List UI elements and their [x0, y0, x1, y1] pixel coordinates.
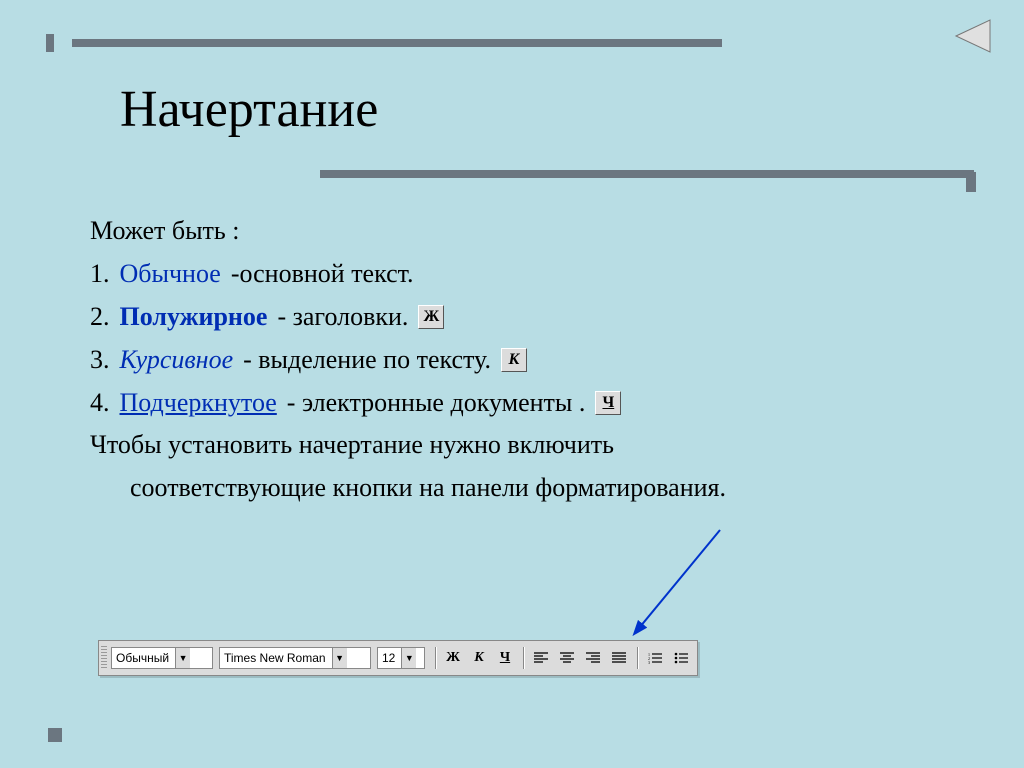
chevron-down-icon[interactable]: ▼	[332, 648, 347, 668]
decoration-shadow	[966, 172, 976, 192]
toolbar-grip[interactable]	[101, 646, 107, 670]
separator	[435, 647, 437, 669]
decoration-footer-square	[48, 728, 62, 742]
style-combo[interactable]: Обычный ▼	[111, 647, 213, 669]
chevron-down-icon[interactable]: ▼	[175, 648, 190, 668]
formatting-toolbar: Обычный ▼ Times New Roman ▼ 12 ▼ Ж К Ч	[98, 640, 698, 676]
bold-button[interactable]: Ж	[441, 646, 465, 670]
italic-button[interactable]: К	[467, 646, 491, 670]
underline-button[interactable]: Ч	[493, 646, 517, 670]
slide-title: Начертание	[120, 80, 378, 139]
list-item-3: 3.Курсивное- выделение по тексту. К	[90, 339, 910, 382]
content: Может быть : 1.Обычное-основной текст. 2…	[90, 210, 910, 510]
separator	[523, 647, 525, 669]
list-item-2: 2.Полужирное- заголовки. Ж	[90, 296, 910, 339]
align-justify-button[interactable]	[607, 646, 631, 670]
decoration-under-bar	[320, 170, 974, 178]
back-button[interactable]	[954, 18, 994, 54]
align-center-button[interactable]	[555, 646, 579, 670]
bullet-list-button[interactable]	[669, 646, 693, 670]
intro-text: Может быть :	[90, 210, 910, 253]
separator	[637, 647, 639, 669]
tail-line-2: соответствующие кнопки на панели формати…	[90, 467, 910, 510]
align-left-button[interactable]	[529, 646, 553, 670]
label-italic: Курсивное	[120, 339, 234, 382]
svg-text:3: 3	[648, 660, 650, 664]
chevron-down-icon[interactable]: ▼	[401, 648, 416, 668]
numbered-list-button[interactable]: 123	[643, 646, 667, 670]
align-right-button[interactable]	[581, 646, 605, 670]
decoration-top-bar	[72, 39, 722, 47]
label-bold: Полужирное	[120, 296, 268, 339]
pointer-arrow-icon	[625, 525, 745, 645]
label-regular: Обычное	[120, 253, 221, 296]
list-item-1: 1.Обычное-основной текст.	[90, 253, 910, 296]
size-combo[interactable]: 12 ▼	[377, 647, 425, 669]
slide: Начертание Может быть : 1.Обычное-основн…	[0, 0, 1024, 768]
font-combo[interactable]: Times New Roman ▼	[219, 647, 371, 669]
list-item-4: 4.Подчеркнутое- электронные документы . …	[90, 382, 910, 425]
decoration-tick	[46, 34, 54, 52]
italic-icon: К	[501, 348, 527, 372]
underline-icon: Ч	[595, 391, 621, 415]
bold-icon: Ж	[418, 305, 444, 329]
tail-line-1: Чтобы установить начертание нужно включи…	[90, 424, 910, 467]
label-underline: Подчеркнутое	[120, 382, 277, 425]
